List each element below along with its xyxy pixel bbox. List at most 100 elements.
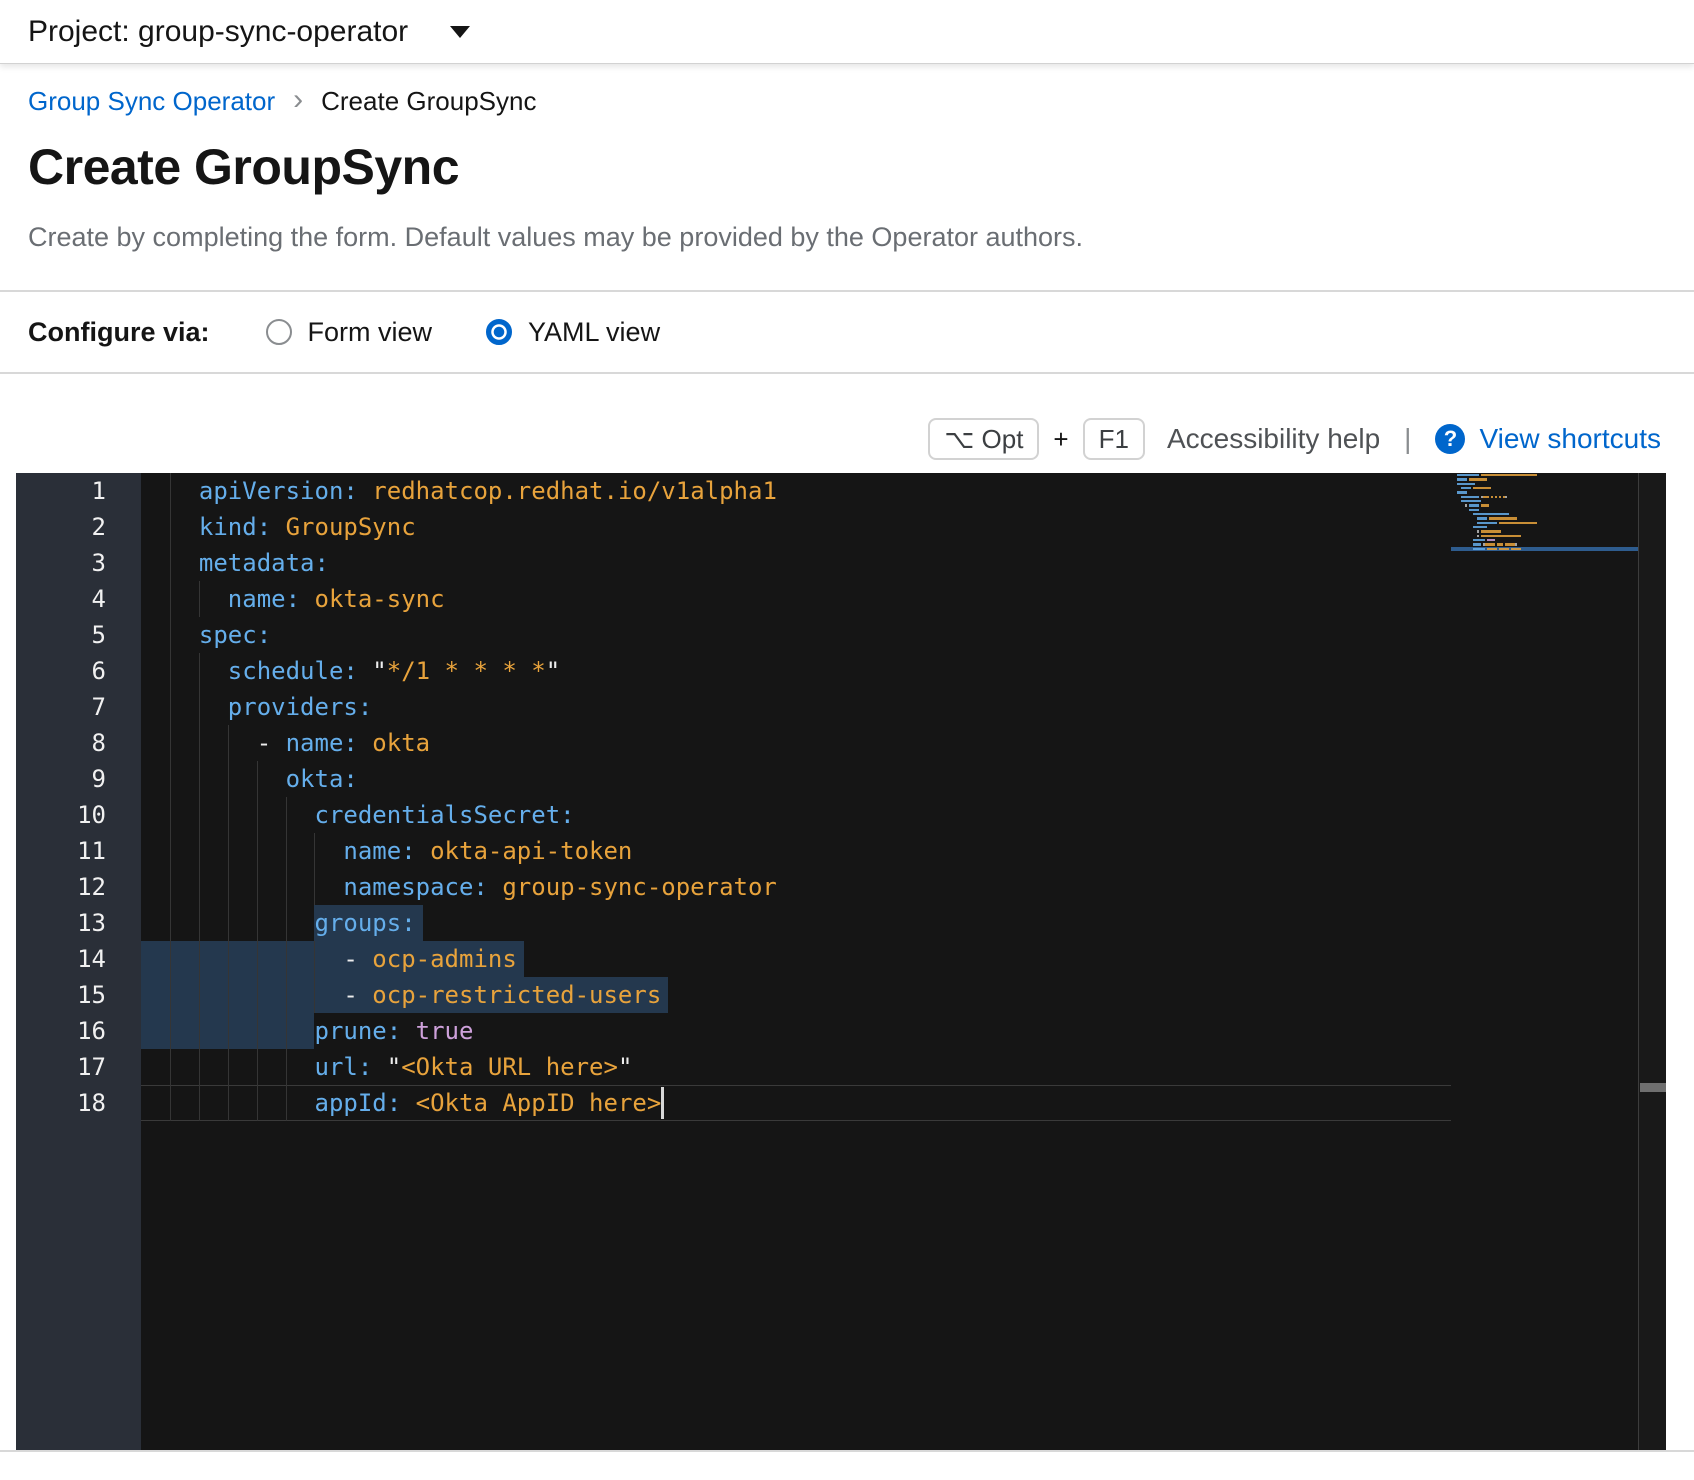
indent-guide <box>228 1049 229 1085</box>
indent-guide <box>228 797 229 833</box>
toolbar-divider: | <box>1404 423 1411 455</box>
indent-guide <box>170 977 171 1013</box>
indent-guide <box>228 977 229 1013</box>
indent-guide <box>228 833 229 869</box>
breadcrumb-current: Create GroupSync <box>321 86 536 117</box>
caret-down-icon[interactable] <box>450 26 470 38</box>
code-line[interactable]: kind: GroupSync <box>170 509 1451 545</box>
code-line[interactable]: credentialsSecret: <box>170 797 1451 833</box>
radio-yaml-view[interactable]: YAML view <box>486 317 660 348</box>
editor-shortcut-toolbar: ⌥ Opt + F1 Accessibility help | ? View s… <box>928 416 1661 462</box>
indent-guide <box>170 761 171 797</box>
kbd-f1-chip: F1 <box>1083 418 1145 460</box>
editor-minimap[interactable] <box>1451 473 1638 1450</box>
indent-guide <box>199 941 200 977</box>
indent-guide <box>170 689 171 725</box>
indent-guide <box>257 761 258 797</box>
indent-guide <box>286 977 287 1013</box>
code-line[interactable]: okta: <box>170 761 1451 797</box>
accessibility-help-label: Accessibility help <box>1167 423 1380 455</box>
radio-yaml-view-label[interactable]: YAML view <box>528 317 660 348</box>
indent-guide <box>170 653 171 689</box>
indent-guide <box>314 941 315 977</box>
code-line[interactable]: - ocp-admins <box>170 941 1451 977</box>
indent-guide <box>228 1085 229 1121</box>
code-line[interactable]: - ocp-restricted-users <box>170 977 1451 1013</box>
code-line[interactable]: namespace: group-sync-operator <box>170 869 1451 905</box>
kbd-opt-chip: ⌥ Opt <box>928 418 1039 460</box>
breadcrumb: Group Sync Operator › Create GroupSync <box>28 86 536 117</box>
create-groupsync-page: Project: group-sync-operator Group Sync … <box>0 0 1694 1480</box>
radio-form-view-label[interactable]: Form view <box>308 317 433 348</box>
code-line[interactable]: providers: <box>170 689 1451 725</box>
indent-guide <box>257 797 258 833</box>
project-selector[interactable]: Project: group-sync-operator <box>28 15 408 49</box>
indent-guide <box>228 761 229 797</box>
line-number: 7 <box>16 689 106 725</box>
editor-scrollbar[interactable] <box>1638 473 1666 1450</box>
indent-guide <box>257 905 258 941</box>
indent-guide <box>199 1013 200 1049</box>
editor-code-area[interactable]: apiVersion: redhatcop.redhat.io/v1alpha1… <box>141 473 1451 1450</box>
indent-guide <box>199 833 200 869</box>
question-circle-icon[interactable]: ? <box>1435 424 1465 454</box>
editor-gutter: 123456789101112131415161718 <box>16 473 141 1450</box>
configure-via-label: Configure via: <box>28 317 210 348</box>
indent-guide <box>257 941 258 977</box>
radio-form-view[interactable]: Form view <box>266 317 433 348</box>
indent-guide <box>257 1049 258 1085</box>
radio-unchecked-icon[interactable] <box>266 319 292 345</box>
indent-guide <box>199 1085 200 1121</box>
indent-guide <box>199 725 200 761</box>
minimap-row <box>1451 547 1638 551</box>
text-cursor <box>661 1087 664 1119</box>
code-line[interactable]: spec: <box>170 617 1451 653</box>
code-line[interactable]: name: okta-api-token <box>170 833 1451 869</box>
cursor-overview-marker <box>1640 1083 1666 1092</box>
indent-guide <box>228 941 229 977</box>
indent-guide <box>170 545 171 581</box>
line-number: 5 <box>16 617 106 653</box>
indent-guide <box>314 977 315 1013</box>
indent-guide <box>228 905 229 941</box>
indent-guide <box>170 833 171 869</box>
line-number: 13 <box>16 905 106 941</box>
indent-guide <box>199 1049 200 1085</box>
breadcrumb-link-operator[interactable]: Group Sync Operator <box>28 86 275 117</box>
radio-checked-icon[interactable] <box>486 319 512 345</box>
code-line[interactable]: appId: <Okta AppID here> <box>170 1085 1451 1121</box>
page-title: Create GroupSync <box>28 138 459 196</box>
indent-guide <box>170 1013 171 1049</box>
indent-guide <box>170 725 171 761</box>
indent-guide <box>257 1085 258 1121</box>
code-line[interactable]: url: "<Okta URL here>" <box>170 1049 1451 1085</box>
indent-guide <box>257 1013 258 1049</box>
indent-guide <box>228 869 229 905</box>
line-number: 16 <box>16 1013 106 1049</box>
plus-label: + <box>1053 424 1068 455</box>
code-line[interactable]: metadata: <box>170 545 1451 581</box>
indent-guide <box>286 1049 287 1085</box>
view-shortcuts-link[interactable]: View shortcuts <box>1479 423 1661 455</box>
code-line[interactable]: schedule: "*/1 * * * *" <box>170 653 1451 689</box>
line-number: 17 <box>16 1049 106 1085</box>
line-number: 15 <box>16 977 106 1013</box>
indent-guide <box>199 905 200 941</box>
indent-guide <box>170 941 171 977</box>
indent-guide <box>199 977 200 1013</box>
indent-guide <box>286 941 287 977</box>
indent-guide <box>228 1013 229 1049</box>
project-bar: Project: group-sync-operator <box>0 0 1694 64</box>
code-line[interactable]: name: okta-sync <box>170 581 1451 617</box>
code-line[interactable]: groups: <box>170 905 1451 941</box>
yaml-editor[interactable]: 123456789101112131415161718 apiVersion: … <box>16 473 1666 1450</box>
code-line[interactable]: - name: okta <box>170 725 1451 761</box>
indent-guide <box>314 869 315 905</box>
line-number: 14 <box>16 941 106 977</box>
line-number: 12 <box>16 869 106 905</box>
line-number: 6 <box>16 653 106 689</box>
indent-guide <box>199 761 200 797</box>
code-line[interactable]: prune: true <box>170 1013 1451 1049</box>
line-number: 10 <box>16 797 106 833</box>
code-line[interactable]: apiVersion: redhatcop.redhat.io/v1alpha1 <box>170 473 1451 509</box>
